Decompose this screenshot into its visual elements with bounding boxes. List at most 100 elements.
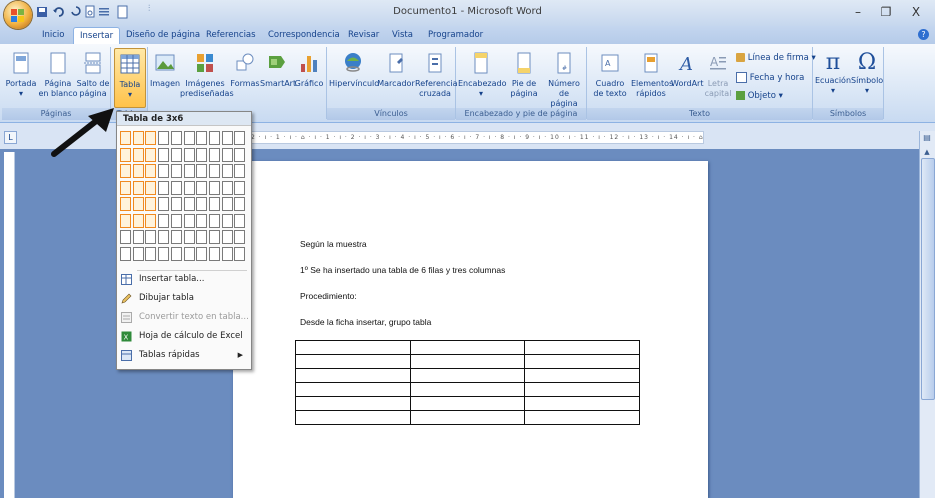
grid-cell[interactable] <box>221 246 233 261</box>
grid-cell[interactable] <box>196 164 208 178</box>
pagina-en-blanco-button[interactable]: Página en blanco <box>38 52 78 99</box>
tablas-rapidas-item[interactable]: Tablas rápidas ▶ <box>117 346 251 365</box>
grid-cell[interactable] <box>170 246 182 261</box>
numero-de-pagina-button[interactable]: # Número de página <box>542 52 586 109</box>
tab-referencias[interactable]: Referencias <box>200 27 262 43</box>
wordart-button[interactable]: A WordArt <box>671 52 703 89</box>
tab-revisar[interactable]: Revisar <box>342 27 385 43</box>
grid-cell[interactable] <box>145 246 157 261</box>
grid-cell[interactable] <box>170 131 182 145</box>
tab-inicio[interactable]: Inicio <box>36 27 71 43</box>
grid-cell[interactable] <box>234 131 246 145</box>
grid-cell[interactable] <box>145 197 157 211</box>
document-page[interactable]: Según la muestra 1º Se ha insertado una … <box>233 161 708 498</box>
grid-cell[interactable] <box>158 131 170 145</box>
hipervinculo-button[interactable]: Hipervínculo <box>329 52 379 89</box>
smartart-button[interactable]: SmartArt <box>260 52 296 89</box>
formas-button[interactable]: Formas <box>230 52 260 89</box>
table-row[interactable] <box>295 354 640 369</box>
grid-cell[interactable] <box>145 180 157 195</box>
grid-cell[interactable] <box>158 230 170 244</box>
grid-cell[interactable] <box>208 230 220 244</box>
table-row[interactable] <box>295 382 640 397</box>
table-cell[interactable] <box>409 396 526 411</box>
horizontal-ruler[interactable]: 2 · ı · 1 · ı · ⌂ · ı · 1 · ı · 2 · ı · … <box>250 131 704 144</box>
table-cell[interactable] <box>409 382 526 397</box>
tab-correspondencia[interactable]: Correspondencia <box>262 27 346 43</box>
grid-cell[interactable] <box>221 180 233 195</box>
table-row[interactable] <box>295 410 640 425</box>
marcador-button[interactable]: Marcador <box>377 52 415 89</box>
dibujar-tabla-item[interactable]: Dibujar tabla <box>117 289 251 308</box>
letra-capital-button[interactable]: A Letra capital <box>703 52 733 99</box>
grid-cell[interactable] <box>145 230 157 244</box>
grid-cell[interactable] <box>234 147 246 162</box>
grid-cell[interactable] <box>132 164 144 178</box>
grid-cell[interactable] <box>120 246 131 261</box>
portada-button[interactable]: Portada ▾ <box>4 52 38 99</box>
hoja-calculo-excel-item[interactable]: X Hoja de cálculo de Excel <box>117 327 251 346</box>
table-cell[interactable] <box>524 410 640 425</box>
elementos-rapidos-button[interactable]: Elementos rápidos <box>631 52 673 99</box>
grid-cell[interactable] <box>120 197 131 211</box>
grid-cell[interactable] <box>120 180 131 195</box>
table-row[interactable] <box>295 340 640 355</box>
grid-cell[interactable] <box>234 213 246 228</box>
grid-cell[interactable] <box>120 213 131 228</box>
encabezado-button[interactable]: Encabezado ▾ <box>458 52 507 99</box>
grid-cell[interactable] <box>170 180 182 195</box>
grid-cell[interactable] <box>208 147 220 162</box>
convertir-texto-item[interactable]: Convertir texto en tabla... <box>117 308 251 327</box>
tab-selector-icon[interactable]: L <box>4 131 17 144</box>
grid-cell[interactable] <box>145 213 157 228</box>
grid-cell[interactable] <box>196 147 208 162</box>
grid-cell[interactable] <box>221 230 233 244</box>
table-cell[interactable] <box>409 410 526 425</box>
grid-cell[interactable] <box>234 164 246 178</box>
grid-cell[interactable] <box>132 197 144 211</box>
grid-cell[interactable] <box>221 213 233 228</box>
table-cell[interactable] <box>409 368 526 383</box>
table-cell[interactable] <box>295 382 411 397</box>
grid-cell[interactable] <box>234 197 246 211</box>
grid-cell[interactable] <box>132 180 144 195</box>
grid-cell[interactable] <box>158 147 170 162</box>
grid-cell[interactable] <box>145 131 157 145</box>
grid-cell[interactable] <box>183 147 195 162</box>
grid-cell[interactable] <box>158 164 170 178</box>
grid-cell[interactable] <box>208 246 220 261</box>
grid-cell[interactable] <box>183 197 195 211</box>
grid-cell[interactable] <box>196 197 208 211</box>
table-cell[interactable] <box>524 340 640 355</box>
grid-cell[interactable] <box>145 147 157 162</box>
grid-cell[interactable] <box>234 246 246 261</box>
grid-cell[interactable] <box>183 164 195 178</box>
grid-cell[interactable] <box>234 230 246 244</box>
grid-cell[interactable] <box>208 180 220 195</box>
grid-cell[interactable] <box>183 213 195 228</box>
salto-de-pagina-button[interactable]: Salto de página <box>76 52 110 99</box>
grid-cell[interactable] <box>120 131 131 145</box>
simbolo-button[interactable]: Ω Símbolo ▾ <box>851 50 883 96</box>
scrollbar-thumb[interactable] <box>921 158 935 400</box>
grid-cell[interactable] <box>196 131 208 145</box>
insertar-tabla-item[interactable]: Insertar tabla... <box>117 270 251 289</box>
table-cell[interactable] <box>295 396 411 411</box>
tab-programador[interactable]: Programador <box>422 27 489 43</box>
grid-cell[interactable] <box>170 230 182 244</box>
help-icon[interactable]: ? <box>918 29 929 40</box>
grafico-button[interactable]: Gráfico <box>294 52 324 89</box>
grid-cell[interactable] <box>196 180 208 195</box>
grid-cell[interactable] <box>132 246 144 261</box>
imagen-button[interactable]: Imagen <box>150 52 180 89</box>
grid-cell[interactable] <box>132 131 144 145</box>
grid-cell[interactable] <box>234 180 246 195</box>
imagenes-prediseñadas-button[interactable]: Imágenes prediseñadas <box>180 52 234 99</box>
tab-vista[interactable]: Vista <box>386 27 419 43</box>
maximize-button[interactable]: ❐ <box>874 3 898 21</box>
grid-cell[interactable] <box>170 147 182 162</box>
grid-cell[interactable] <box>196 213 208 228</box>
grid-cell[interactable] <box>170 213 182 228</box>
scroll-up-icon[interactable]: ▲ <box>921 148 933 156</box>
table-cell[interactable] <box>524 382 640 397</box>
